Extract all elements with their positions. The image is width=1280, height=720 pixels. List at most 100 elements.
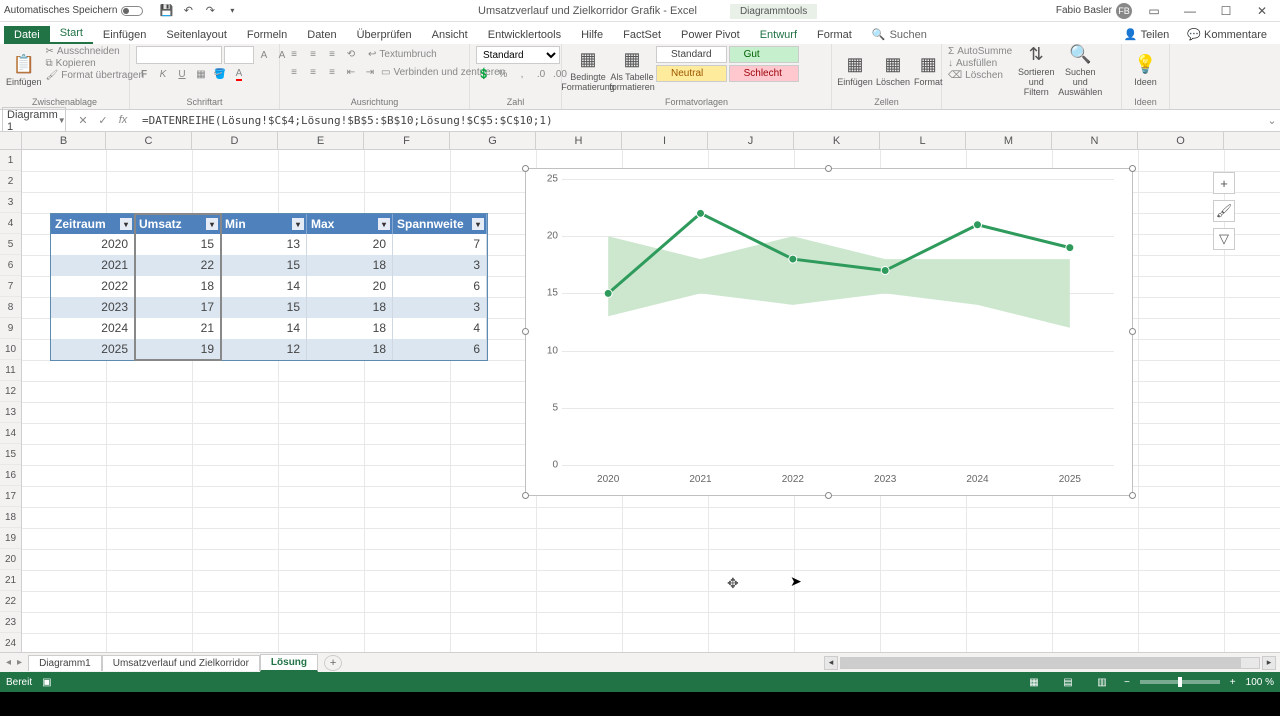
column-header[interactable]: E — [278, 132, 364, 149]
table-cell[interactable]: 2021 — [51, 255, 135, 276]
font-size-select[interactable] — [224, 46, 254, 64]
table-header-min[interactable]: Min▾ — [221, 214, 307, 234]
font-name-select[interactable] — [136, 46, 222, 64]
row-header[interactable]: 21 — [0, 570, 21, 591]
close-icon[interactable]: ✕ — [1248, 2, 1276, 20]
table-cell[interactable]: 6 — [393, 276, 487, 297]
row-header[interactable]: 22 — [0, 591, 21, 612]
page-layout-view-icon[interactable]: ▤ — [1056, 675, 1080, 689]
column-header[interactable]: H — [536, 132, 622, 149]
table-cell[interactable]: 19 — [135, 339, 221, 360]
align-top-icon[interactable]: ≡ — [286, 46, 302, 62]
autosum-button[interactable]: ΣAutoSumme — [948, 46, 1012, 57]
table-row[interactable]: 20221814206 — [51, 276, 487, 297]
sheet-tab-umsatzverlauf[interactable]: Umsatzverlauf und Zielkorridor — [102, 655, 260, 671]
chart-marker[interactable] — [604, 289, 612, 297]
bold-button[interactable]: F — [136, 66, 152, 82]
horizontal-scrollbar[interactable] — [840, 657, 1260, 669]
sheet-tab-loesung[interactable]: Lösung — [260, 654, 318, 672]
table-cell[interactable]: 2022 — [51, 276, 135, 297]
tab-review[interactable]: Überprüfen — [347, 26, 422, 44]
table-cell[interactable]: 18 — [307, 318, 393, 339]
row-header[interactable]: 23 — [0, 612, 21, 633]
percent-icon[interactable]: % — [495, 66, 511, 82]
row-header[interactable]: 1 — [0, 150, 21, 171]
table-cell[interactable]: 18 — [135, 276, 221, 297]
table-cell[interactable]: 12 — [221, 339, 307, 360]
delete-cells-button[interactable]: ▦Löschen — [876, 46, 910, 94]
column-header[interactable]: J — [708, 132, 794, 149]
table-cell[interactable]: 14 — [221, 276, 307, 297]
maximize-icon[interactable]: ☐ — [1212, 2, 1240, 20]
table-cell[interactable]: 13 — [221, 234, 307, 255]
sort-filter-button[interactable]: ⇅Sortieren und Filtern — [1016, 46, 1056, 94]
row-header[interactable]: 12 — [0, 381, 21, 402]
zoom-level-label[interactable]: 100 % — [1246, 677, 1274, 688]
autosave-toggle[interactable]: Automatisches Speichern — [4, 5, 143, 16]
table-row[interactable]: 20231715183 — [51, 297, 487, 318]
tab-view[interactable]: Ansicht — [422, 26, 478, 44]
filter-icon[interactable]: ▾ — [472, 218, 484, 230]
comments-button[interactable]: 💬Kommentare — [1178, 25, 1276, 44]
resize-handle-icon[interactable] — [825, 492, 832, 499]
data-table[interactable]: Zeitraum▾ Umsatz▾ Min▾ Max▾ Spannweite▾ … — [50, 213, 488, 361]
paste-button[interactable]: 📋Einfügen — [6, 46, 42, 94]
cell-style-bad[interactable]: Schlecht — [729, 65, 800, 82]
wrap-text-button[interactable]: ↩Textumbruch — [368, 46, 437, 62]
row-header[interactable]: 20 — [0, 549, 21, 570]
undo-icon[interactable]: ↶ — [181, 4, 195, 18]
table-header-spannweite[interactable]: Spannweite▾ — [393, 214, 487, 234]
sheet-nav-prev-icon[interactable]: ◂ — [6, 657, 11, 668]
hscroll-right-icon[interactable]: ▸ — [1262, 656, 1276, 670]
filter-icon[interactable]: ▾ — [120, 218, 132, 230]
fill-color-button[interactable]: 🪣 — [212, 66, 228, 82]
zoom-in-icon[interactable]: + — [1230, 677, 1236, 688]
expand-formula-bar-icon[interactable]: ⌄ — [1264, 114, 1280, 127]
italic-button[interactable]: K — [155, 66, 171, 82]
zoom-slider[interactable] — [1140, 680, 1220, 684]
fx-icon[interactable]: fx — [116, 114, 130, 127]
cell-style-good[interactable]: Gut — [729, 46, 800, 63]
table-cell[interactable]: 15 — [221, 297, 307, 318]
table-cell[interactable]: 7 — [393, 234, 487, 255]
autosave-switch-icon[interactable] — [121, 6, 143, 16]
resize-handle-icon[interactable] — [522, 492, 529, 499]
table-cell[interactable]: 2023 — [51, 297, 135, 318]
formula-bar[interactable]: =DATENREIHE(Lösung!$C$4;Lösung!$B$5:$B$1… — [138, 114, 1264, 127]
column-header[interactable]: K — [794, 132, 880, 149]
sheet-nav-next-icon[interactable]: ▸ — [17, 657, 22, 668]
share-button[interactable]: 👤Teilen — [1115, 25, 1178, 44]
table-header-umsatz[interactable]: Umsatz▾ — [135, 214, 221, 234]
resize-handle-icon[interactable] — [1129, 165, 1136, 172]
table-cell[interactable]: 4 — [393, 318, 487, 339]
table-cell[interactable]: 18 — [307, 255, 393, 276]
chart-object[interactable]: 0510152025202020212022202320242025 — [525, 168, 1133, 496]
column-header[interactable]: B — [22, 132, 106, 149]
conditional-formatting-button[interactable]: ▦Bedingte Formatierung — [568, 46, 608, 94]
table-cell[interactable]: 2024 — [51, 318, 135, 339]
row-header[interactable]: 2 — [0, 171, 21, 192]
column-header[interactable]: C — [106, 132, 192, 149]
font-color-button[interactable]: A — [231, 66, 247, 82]
align-right-icon[interactable]: ≡ — [324, 64, 340, 80]
decrease-indent-icon[interactable]: ⇤ — [343, 64, 359, 80]
row-header[interactable]: 8 — [0, 297, 21, 318]
column-header[interactable]: N — [1052, 132, 1138, 149]
table-row[interactable]: 20212215183 — [51, 255, 487, 276]
fill-button[interactable]: ↓Ausfüllen — [948, 58, 1012, 69]
qat-customize-icon[interactable]: ▾ — [225, 4, 239, 18]
tab-chart-format[interactable]: Format — [807, 26, 862, 44]
column-header[interactable]: G — [450, 132, 536, 149]
hscroll-left-icon[interactable]: ◂ — [824, 656, 838, 670]
chart-marker[interactable] — [1066, 244, 1074, 252]
tab-powerpivot[interactable]: Power Pivot — [671, 26, 750, 44]
ideas-button[interactable]: 💡Ideen — [1128, 46, 1163, 94]
increase-decimal-icon[interactable]: .0 — [533, 66, 549, 82]
align-center-icon[interactable]: ≡ — [305, 64, 321, 80]
clear-button[interactable]: ⌫Löschen — [948, 70, 1012, 81]
chart-elements-button[interactable]: + — [1213, 172, 1235, 194]
row-header[interactable]: 18 — [0, 507, 21, 528]
table-cell[interactable]: 15 — [221, 255, 307, 276]
table-cell[interactable]: 17 — [135, 297, 221, 318]
zoom-out-icon[interactable]: − — [1124, 677, 1130, 688]
